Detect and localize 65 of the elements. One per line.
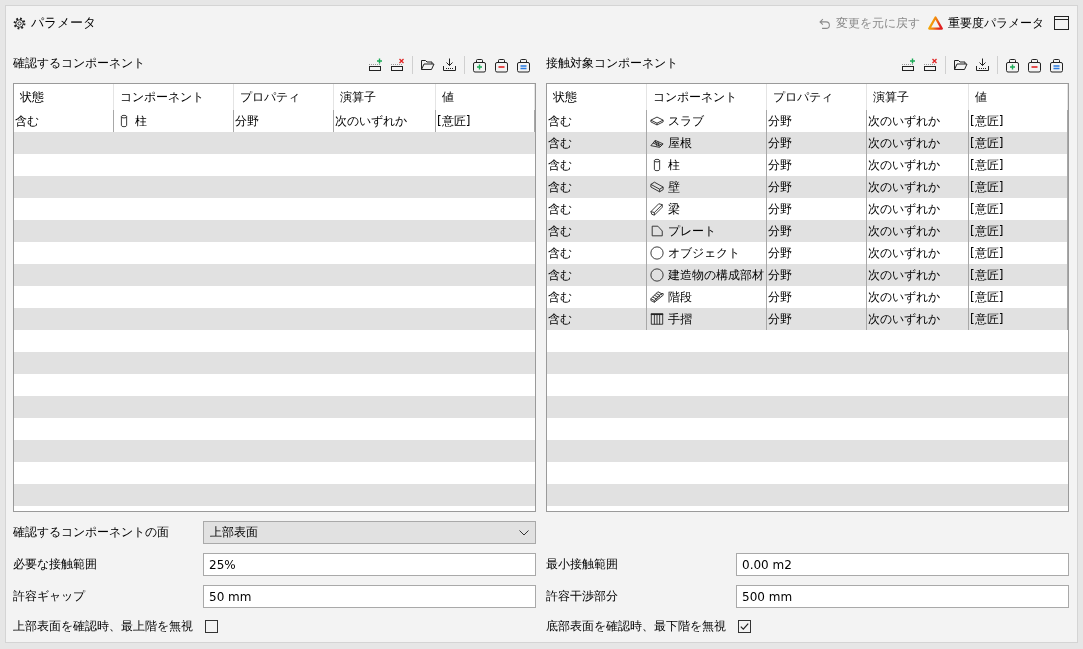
table-cell: 含む xyxy=(547,242,647,264)
component-name: 柱 xyxy=(135,112,147,130)
field-label: 確認するコンポーネントの面 xyxy=(13,524,170,541)
component-name: 手摺 xyxy=(668,310,692,328)
table-cell: [意匠] xyxy=(969,220,1068,242)
field-label: 許容ギャップ xyxy=(13,588,87,605)
table-cell: [意匠] xyxy=(969,110,1068,132)
table-cell: 次のいずれか xyxy=(867,220,969,242)
component-name: 屋根 xyxy=(668,134,692,152)
component-name: 階段 xyxy=(668,288,692,306)
panel-title: パラメータ xyxy=(31,14,96,32)
table-cell: 分野 xyxy=(767,110,867,132)
component-name: 壁 xyxy=(668,178,680,196)
table-cell: 次のいずれか xyxy=(867,242,969,264)
table-cell: 含む xyxy=(547,264,647,286)
table-cell: [意匠] xyxy=(969,242,1068,264)
table-cell: 次のいずれか xyxy=(867,198,969,220)
table-cell: 次のいずれか xyxy=(334,110,436,132)
table-cell: 含む xyxy=(547,176,647,198)
table-cell: 含む xyxy=(14,110,114,132)
table-cell: 分野 xyxy=(234,110,334,132)
table-cell: [意匠] xyxy=(969,132,1068,154)
table-cell: 含む xyxy=(547,132,647,154)
table-cell: 次のいずれか xyxy=(867,110,969,132)
table-cell: 分野 xyxy=(767,242,867,264)
table-cell: 分野 xyxy=(767,132,867,154)
component-name: 梁 xyxy=(668,200,680,218)
field-label: 上部表面を確認時、最上階を無視 xyxy=(13,618,194,635)
table-cell: 含む xyxy=(547,198,647,220)
component-name: 建造物の構成部材 xyxy=(668,266,764,284)
table-cell: 分野 xyxy=(767,220,867,242)
section-heading: 接触対象コンポーネント xyxy=(546,55,678,72)
component-name: 柱 xyxy=(668,156,680,174)
table-cell: 次のいずれか xyxy=(867,154,969,176)
table-cell: 次のいずれか xyxy=(867,286,969,308)
component-name: オブジェクト xyxy=(668,244,740,262)
field-label: 必要な接触範囲 xyxy=(13,556,98,573)
table-cell: 含む xyxy=(547,154,647,176)
component-name: スラブ xyxy=(668,112,704,130)
table-cell: 次のいずれか xyxy=(867,132,969,154)
table-cell: 次のいずれか xyxy=(867,308,969,330)
table-cell: [意匠] xyxy=(969,154,1068,176)
table-cell: 分野 xyxy=(767,176,867,198)
table-cell: [意匠] xyxy=(969,264,1068,286)
table-cell: [意匠] xyxy=(969,308,1068,330)
table-cell: [意匠] xyxy=(436,110,535,132)
field-label: 底部表面を確認時、最下階を無視 xyxy=(546,618,727,635)
table-cell: 分野 xyxy=(767,198,867,220)
table-cell: 含む xyxy=(547,110,647,132)
table-cell: 含む xyxy=(547,220,647,242)
table-cell: 分野 xyxy=(767,154,867,176)
table-cell: 含む xyxy=(547,308,647,330)
table-cell: 分野 xyxy=(767,308,867,330)
table-cell: 分野 xyxy=(767,286,867,308)
table-cell: 含む xyxy=(547,286,647,308)
component-name: プレート xyxy=(668,222,716,240)
field-label: 最小接触範囲 xyxy=(546,556,619,573)
field-label: 許容干渉部分 xyxy=(546,588,619,605)
table-cell: [意匠] xyxy=(969,176,1068,198)
table-cell: 分野 xyxy=(767,264,867,286)
table-cell: 次のいずれか xyxy=(867,264,969,286)
section-heading: 確認するコンポーネント xyxy=(13,55,145,72)
table-cell: 次のいずれか xyxy=(867,176,969,198)
table-cell: [意匠] xyxy=(969,286,1068,308)
table-cell: [意匠] xyxy=(969,198,1068,220)
